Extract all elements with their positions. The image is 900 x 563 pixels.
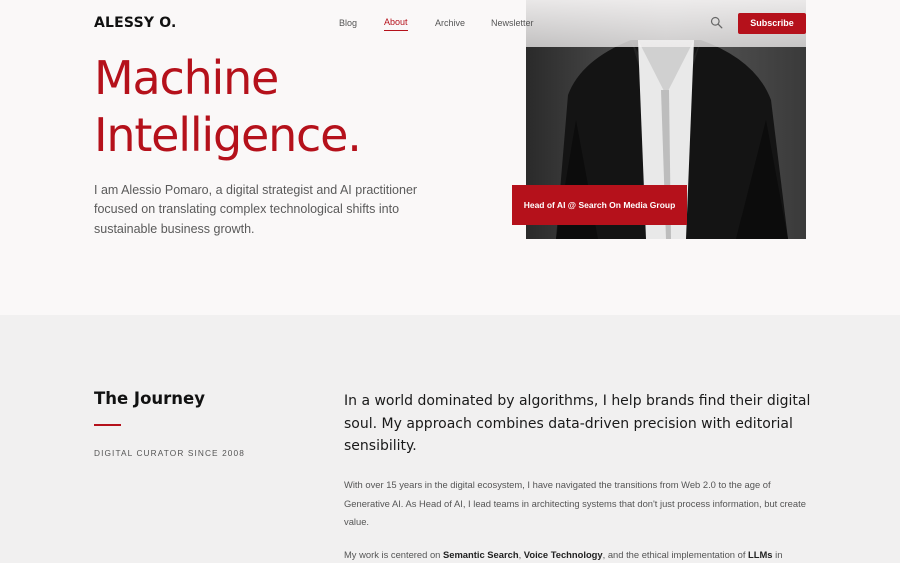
hero-title-line1: Machine	[94, 51, 279, 105]
journey-paragraph-2: My work is centered on Semantic Search , …	[344, 546, 814, 563]
journey-lead: In a world dominated by algorithms, I he…	[344, 393, 811, 454]
p2-suffix: in	[772, 549, 783, 560]
p2-prefix: My work is centered on	[344, 549, 443, 560]
term-semantic-search: Semantic Search	[443, 549, 519, 560]
hero-intro: I am Alessio Pomaro, a digital strategis…	[94, 183, 418, 236]
journey-section: The Journey DIGITAL CURATOR SINCE 2008 I…	[0, 315, 900, 563]
role-badge: Head of AI @ Search On Media Group	[512, 185, 687, 225]
term-llms: LLMs	[748, 549, 773, 560]
journey-paragraph-1: With over 15 years in the digital ecosys…	[344, 479, 806, 528]
nav-link-blog[interactable]: Blog	[339, 18, 357, 28]
nav-link-archive[interactable]: Archive	[435, 18, 465, 28]
site-header: ALESSY O. Blog About Archive Newsletter …	[0, 0, 900, 47]
search-icon[interactable]	[710, 16, 723, 29]
site-logo[interactable]: ALESSY O.	[94, 15, 177, 31]
journey-subtitle: DIGITAL CURATOR SINCE 2008	[94, 448, 245, 458]
hero-title: Machine Intelligence.	[94, 50, 362, 164]
p2-mid: , and the ethical implementation of	[602, 549, 749, 560]
term-voice-technology: Voice Technology	[523, 549, 603, 560]
nav-link-about[interactable]: About	[384, 17, 408, 31]
journey-divider	[94, 424, 121, 426]
nav-link-newsletter[interactable]: Newsletter	[491, 18, 534, 28]
subscribe-button[interactable]: Subscribe	[738, 13, 806, 34]
journey-title: The Journey	[94, 389, 205, 408]
hero-title-line2: Intelligence.	[94, 108, 362, 162]
